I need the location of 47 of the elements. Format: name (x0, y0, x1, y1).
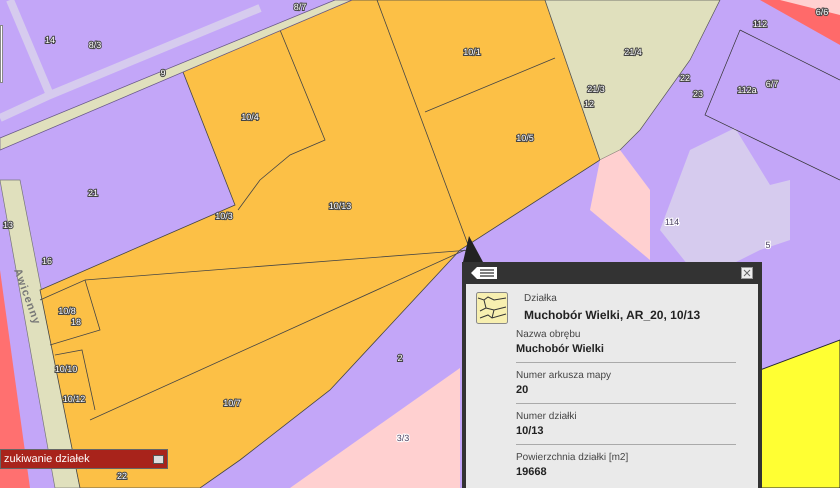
feature-type: Działka (524, 292, 558, 306)
parcel-number: 6/7 (766, 79, 778, 89)
minimize-icon[interactable] (153, 454, 164, 464)
field-label: Powierzchnia działki [m2] (516, 451, 630, 465)
parcel-number: 10/1 (463, 47, 481, 57)
field-value: 20 (516, 383, 530, 397)
parcel-number: 22 (117, 471, 127, 481)
parcel-number: 21 (88, 188, 98, 198)
parcel-number: 13 (3, 220, 13, 230)
parcel-number: 23 (693, 89, 703, 99)
parcel-number: 2 (398, 353, 402, 363)
parcel-number: 12 (584, 99, 594, 109)
parcel-number: 10/8 (58, 306, 76, 316)
close-button[interactable] (741, 267, 753, 279)
parcel-number: 22 (680, 73, 690, 83)
parcel-number: 114 (664, 217, 680, 227)
parcel-number: 10/12 (62, 394, 86, 404)
field-label: Numer arkusza mapy (516, 369, 612, 383)
parcel-number: 16 (42, 256, 52, 266)
parcel-map-icon (476, 292, 508, 324)
field-value: Muchobór Wielki (516, 342, 605, 356)
field-value: 10/13 (516, 424, 545, 438)
parcel-number: 10/3 (215, 211, 233, 221)
parcel-number: 10/5 (516, 133, 534, 143)
list-icon[interactable] (471, 267, 497, 279)
field-value: 19668 (516, 465, 548, 479)
parcel-number: 9 (160, 68, 166, 78)
parcel-number: 10/13 (328, 201, 352, 211)
parcel-number: 21/4 (624, 47, 642, 57)
parcel-number: 14 (45, 35, 55, 45)
parcel-number: 3/3 (396, 433, 410, 443)
parcel-number: 10/7 (223, 398, 241, 408)
field-label: Numer działki (516, 410, 578, 424)
panel-bar[interactable]: zukiwanie działek (0, 449, 168, 469)
parcel-number: 18 (71, 317, 81, 327)
zoom-control[interactable] (0, 25, 3, 83)
field-label: Nazwa obrębu (516, 328, 582, 342)
parcel-number: 21/3 (587, 84, 605, 94)
panel-title: zukiwanie działek (4, 452, 90, 467)
parcel-number: 8/3 (88, 40, 102, 50)
parcel-number: 6/6 (816, 7, 828, 17)
parcel-number: 112 (752, 19, 768, 29)
parcel-number: 5 (766, 240, 770, 250)
feature-title: Muchobór Wielki, AR_20, 10/13 (524, 308, 700, 322)
parcel-number: 10/4 (241, 112, 259, 122)
parcel-number: 8/7 (294, 2, 306, 12)
parcel-number: 112a (737, 85, 757, 95)
